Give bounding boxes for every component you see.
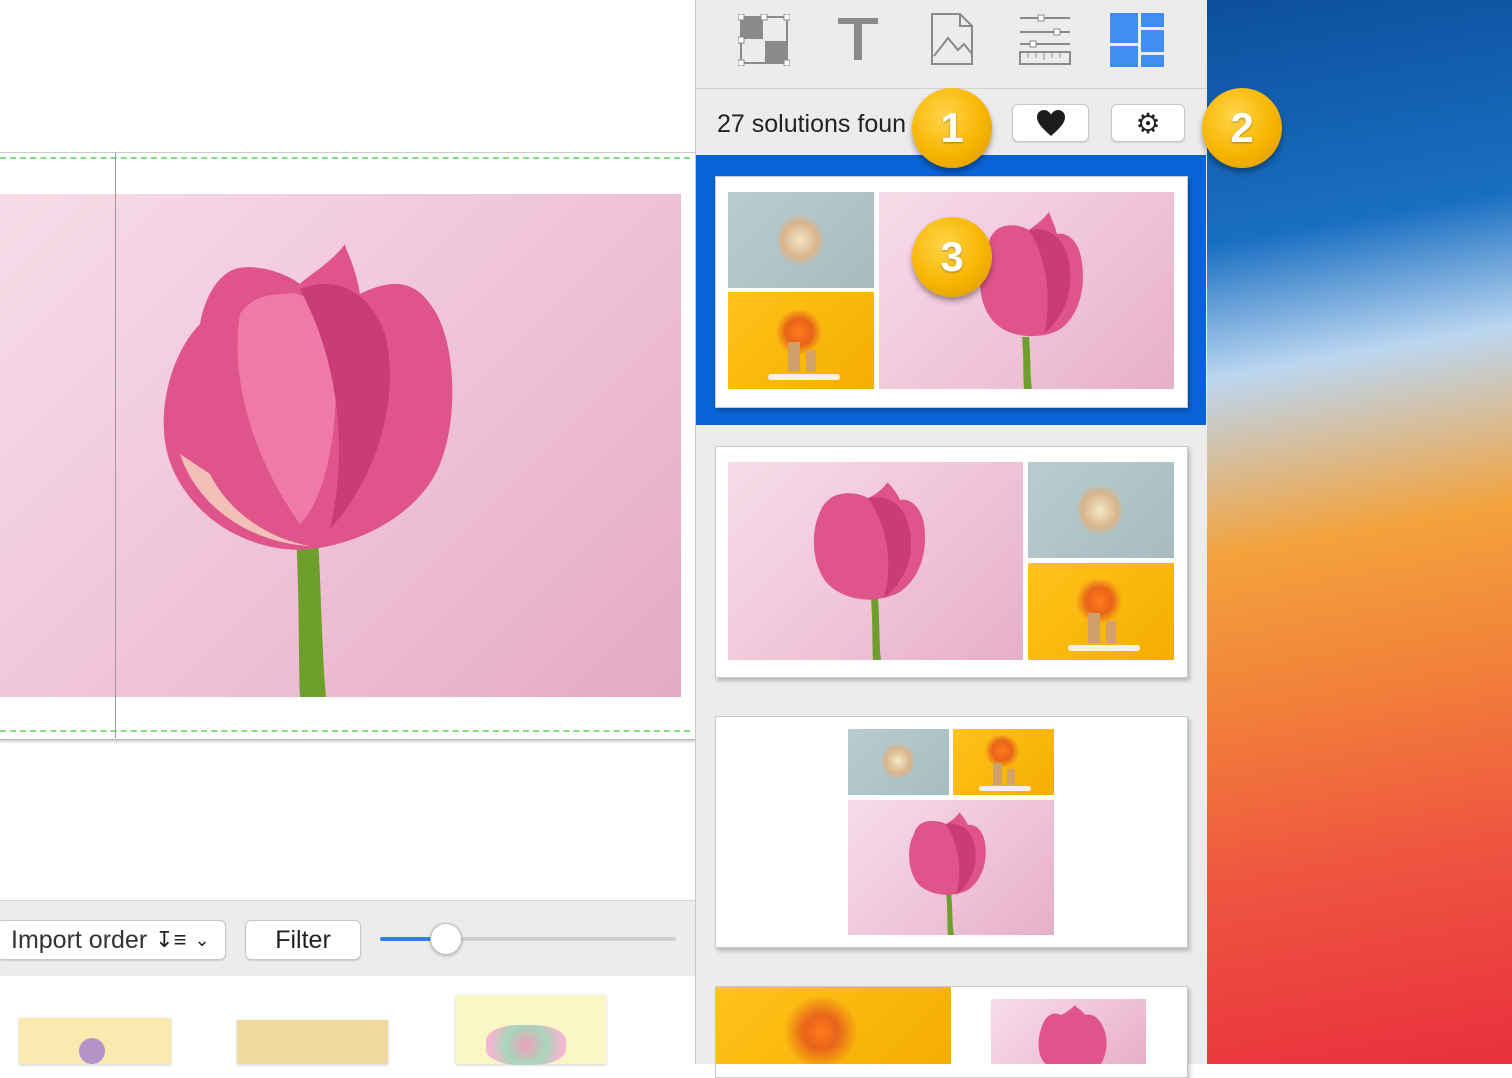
margin-guide-bottom [0, 730, 690, 732]
chevron-down-icon: ⌄ [194, 929, 210, 950]
settings-button[interactable]: ⚙ [1111, 104, 1185, 142]
tulip-photo [728, 462, 1023, 660]
gear-icon: ⚙ [1135, 107, 1161, 139]
tulip-photo [991, 999, 1146, 1064]
select-grid-icon[interactable] [738, 14, 790, 66]
sort-order-label: Import order [11, 925, 148, 954]
callout-badge-3: 3 [912, 217, 992, 297]
sort-order-select[interactable]: Import order ↧≡ ⌄ [0, 920, 226, 960]
slider-knob[interactable] [430, 923, 462, 955]
tulip-photo [879, 192, 1174, 389]
sort-descending-icon: ↧≡ [155, 927, 187, 952]
vase-photo [716, 987, 951, 1064]
photo-thumbnail[interactable] [456, 995, 606, 1065]
heart-icon [1036, 110, 1065, 136]
adjust-ruler-icon[interactable] [1018, 14, 1072, 66]
margin-guide-top [0, 157, 690, 159]
filter-button[interactable]: Filter [245, 920, 361, 960]
solutions-count-text: 27 solutions foun [717, 110, 907, 138]
vase-photo [728, 292, 874, 389]
callout-badge-2: 2 [1202, 88, 1282, 168]
page-fold-line [115, 153, 116, 738]
layout-icon[interactable] [1110, 13, 1164, 67]
bouquet-photo [848, 729, 949, 795]
image-icon[interactable] [930, 12, 974, 66]
callout-badge-1: 1 [912, 88, 992, 168]
text-icon[interactable] [836, 16, 880, 62]
bouquet-photo [1028, 462, 1174, 558]
photo-thumbnail[interactable] [237, 1020, 388, 1064]
vase-photo [953, 729, 1054, 795]
main-tulip-photo[interactable] [0, 194, 681, 697]
bouquet-photo [728, 192, 874, 288]
favorites-button[interactable] [1012, 104, 1089, 142]
photo-thumbnail[interactable] [19, 1018, 171, 1064]
vase-photo [1028, 563, 1174, 660]
tulip-photo [848, 800, 1054, 935]
filter-button-label: Filter [275, 925, 331, 954]
